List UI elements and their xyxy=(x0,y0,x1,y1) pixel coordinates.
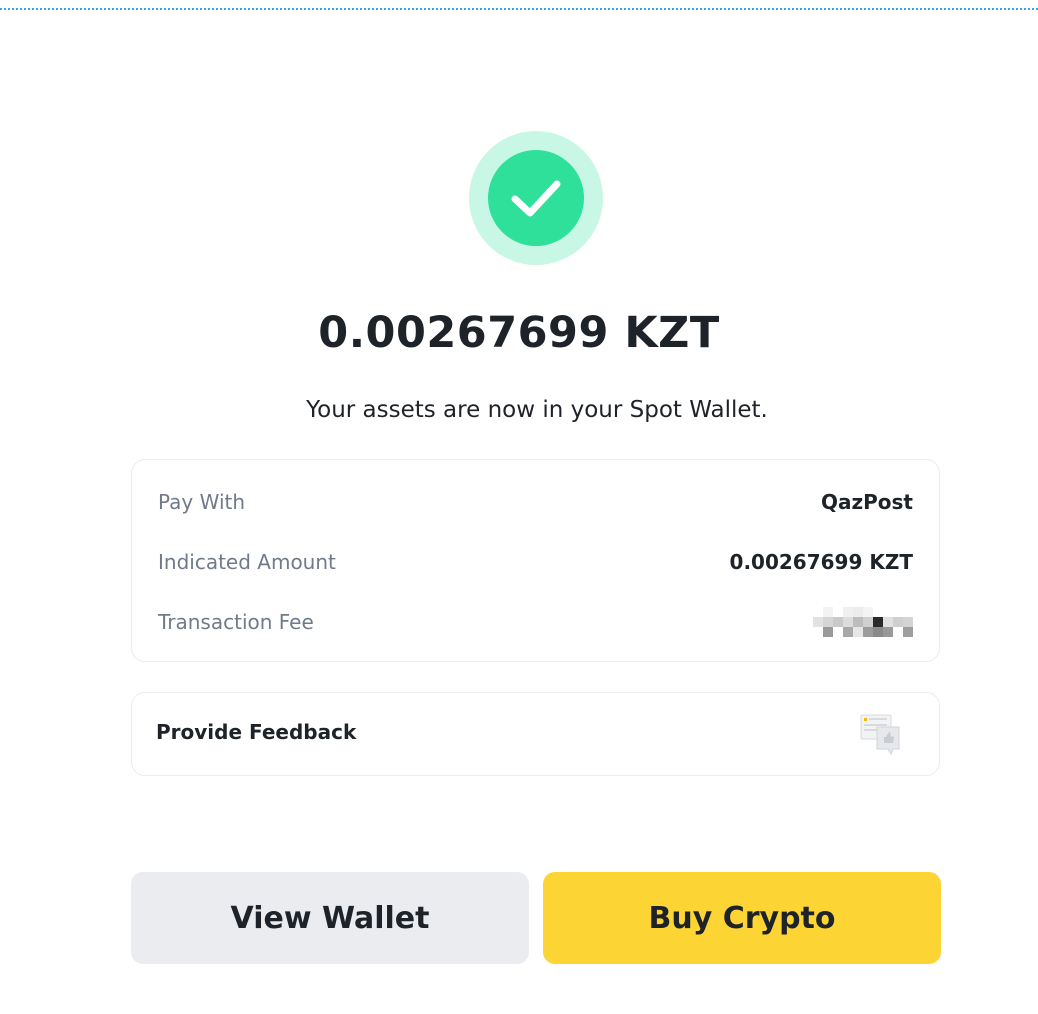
provide-feedback-label: Provide Feedback xyxy=(156,720,357,744)
top-divider xyxy=(0,8,1038,10)
transaction-details-card: Pay With QazPost Indicated Amount 0.0026… xyxy=(131,459,940,662)
amount-title: 0.00267699 KZT xyxy=(318,308,720,358)
indicated-amount-value: 0.00267699 KZT xyxy=(729,550,913,574)
success-message: Your assets are now in your Spot Wallet. xyxy=(306,397,768,423)
detail-row-transaction-fee: Transaction Fee xyxy=(158,607,913,637)
success-circle xyxy=(488,150,584,246)
detail-row-indicated-amount: Indicated Amount 0.00267699 KZT xyxy=(158,547,913,577)
check-icon xyxy=(511,180,561,217)
feedback-icon xyxy=(860,714,900,756)
pay-with-value: QazPost xyxy=(820,490,913,514)
detail-row-pay-with: Pay With QazPost xyxy=(158,487,913,517)
indicated-amount-label: Indicated Amount xyxy=(158,550,336,574)
provide-feedback-card[interactable]: Provide Feedback xyxy=(131,692,940,776)
buy-crypto-button[interactable]: Buy Crypto xyxy=(543,872,941,964)
view-wallet-button[interactable]: View Wallet xyxy=(131,872,529,964)
transaction-fee-value-redacted xyxy=(813,607,913,637)
success-status xyxy=(469,131,603,265)
transaction-fee-label: Transaction Fee xyxy=(158,610,314,634)
pay-with-label: Pay With xyxy=(158,490,246,514)
